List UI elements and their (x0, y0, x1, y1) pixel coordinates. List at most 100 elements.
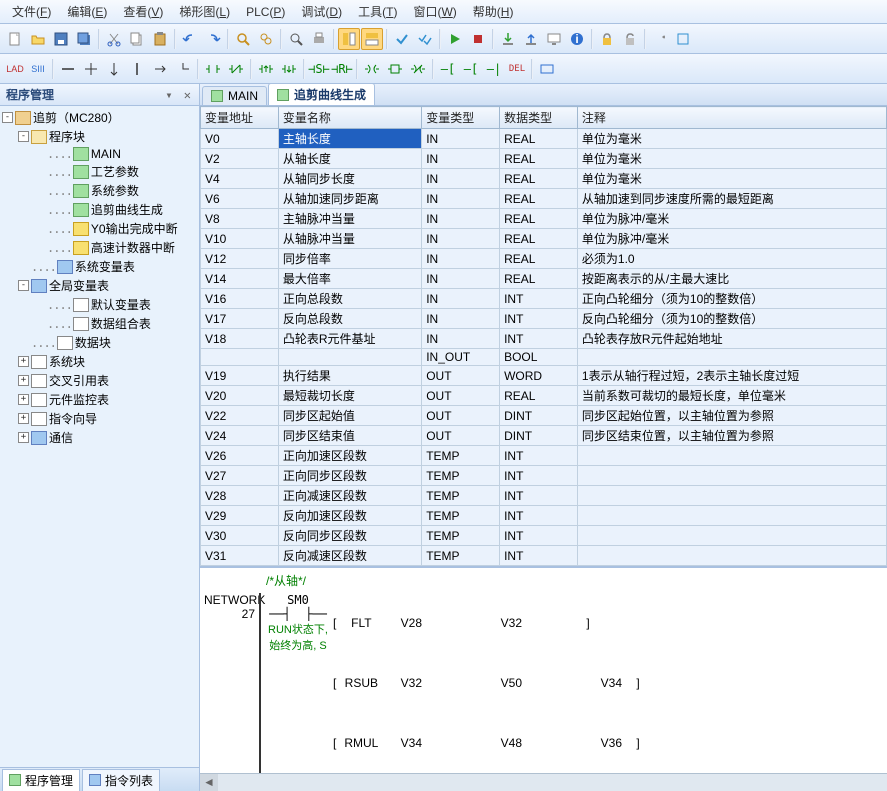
cell[interactable]: 反向凸轮细分（须为10的整数倍） (577, 309, 886, 329)
cell[interactable]: INT (500, 506, 578, 526)
cell[interactable]: 凸轮表存放R元件起始地址 (577, 329, 886, 349)
cell[interactable]: V26 (201, 446, 279, 466)
tool1-button[interactable] (649, 28, 671, 50)
cell[interactable]: 反向加速区段数 (278, 506, 421, 526)
cell[interactable]: IN (422, 189, 500, 209)
tree-node-1[interactable]: -程序块 (2, 127, 197, 146)
table-row[interactable]: V20最短裁切长度OUTREAL当前系数可裁切的最短长度，单位毫米 (201, 386, 887, 406)
tree-node-6[interactable]: ....Y0输出完成中断 (2, 219, 197, 238)
upload-button[interactable] (520, 28, 542, 50)
cell[interactable]: 正向总段数 (278, 289, 421, 309)
cell[interactable]: IN (422, 229, 500, 249)
doc-tab-0[interactable]: MAIN (202, 86, 267, 105)
menu-item-7[interactable]: 窗口(W) (405, 1, 464, 22)
cell[interactable]: TEMP (422, 446, 500, 466)
cell[interactable]: 1表示从轴行程过短，2表示主轴长度过短 (577, 366, 886, 386)
table-row[interactable]: V4从轴同步长度INREAL单位为毫米 (201, 169, 887, 189)
run-button[interactable] (444, 28, 466, 50)
cell[interactable]: 凸轮表R元件基址 (278, 329, 421, 349)
cell[interactable]: IN (422, 289, 500, 309)
cell[interactable]: DINT (500, 406, 578, 426)
cell[interactable]: 反向总段数 (278, 309, 421, 329)
col-header-0[interactable]: 变量地址 (201, 107, 279, 129)
menu-item-6[interactable]: 工具(T) (350, 1, 405, 22)
ld-vh-button[interactable] (172, 58, 194, 80)
menu-item-8[interactable]: 帮助(H) (465, 1, 522, 22)
cell[interactable]: 正向减速区段数 (278, 486, 421, 506)
cell[interactable]: V14 (201, 269, 279, 289)
tree-node-17[interactable]: +通信 (2, 428, 197, 447)
cell[interactable]: INT (500, 309, 578, 329)
ladder-instruction[interactable]: [RSUBV32V50V34] (333, 676, 640, 690)
ld-nc-contact[interactable] (225, 58, 247, 80)
ladder-contact[interactable]: SM0 ──┤ ├── RUN状态下, 始终为高, S (263, 593, 333, 653)
cell[interactable]: V16 (201, 289, 279, 309)
cell[interactable]: 同步区结束位置，以主轴位置为参照 (577, 426, 886, 446)
cell[interactable]: OUT (422, 406, 500, 426)
tree-toggle[interactable]: + (18, 432, 29, 443)
cell[interactable]: V31 (201, 546, 279, 566)
cell[interactable]: IN (422, 169, 500, 189)
print-button[interactable] (308, 28, 330, 50)
menu-item-1[interactable]: 编辑(E) (59, 1, 115, 22)
project-tree[interactable]: -追剪（MC280）-程序块....MAIN....工艺参数....系统参数..… (0, 106, 199, 767)
ladder-instruction[interactable]: [RMULV34V48V36] (333, 736, 640, 750)
table-row[interactable]: V27正向同步区段数TEMPINT (201, 466, 887, 486)
cell[interactable]: 单位为毫米 (577, 149, 886, 169)
ld-cross-button[interactable] (80, 58, 102, 80)
cell[interactable]: REAL (500, 169, 578, 189)
cell[interactable]: V20 (201, 386, 279, 406)
sidebar-tab-1[interactable]: 指令列表 (82, 769, 160, 791)
cell[interactable]: V6 (201, 189, 279, 209)
cell[interactable]: 单位为脉冲/毫米 (577, 209, 886, 229)
cell[interactable] (577, 466, 886, 486)
ld-box[interactable] (384, 58, 406, 80)
cell[interactable]: REAL (500, 149, 578, 169)
ld-hline-button[interactable] (57, 58, 79, 80)
cell[interactable] (577, 446, 886, 466)
ld-last[interactable] (536, 58, 558, 80)
cell[interactable]: IN_OUT (422, 349, 500, 366)
cell[interactable]: OUT (422, 426, 500, 446)
ld-func2[interactable]: —[ (460, 58, 482, 80)
stop-button[interactable] (467, 28, 489, 50)
tree-toggle[interactable]: + (18, 356, 29, 367)
cell[interactable]: 同步区起始值 (278, 406, 421, 426)
menu-item-0[interactable]: 文件(F) (4, 1, 59, 22)
tree-node-9[interactable]: -全局变量表 (2, 276, 197, 295)
doc-tab-1[interactable]: 追剪曲线生成 (268, 84, 375, 105)
cell[interactable]: TEMP (422, 506, 500, 526)
scroll-left[interactable]: ◄ (200, 774, 218, 791)
menu-item-5[interactable]: 调试(D) (293, 1, 350, 22)
cell[interactable]: TEMP (422, 546, 500, 566)
tree-node-3[interactable]: ....工艺参数 (2, 162, 197, 181)
cell[interactable]: OUT (422, 386, 500, 406)
ld-lad-button[interactable]: LAD (4, 58, 26, 80)
cell[interactable]: 最短裁切长度 (278, 386, 421, 406)
cell[interactable]: WORD (500, 366, 578, 386)
table-row[interactable]: V12同步倍率INREAL必须为1.0 (201, 249, 887, 269)
cell[interactable]: V12 (201, 249, 279, 269)
cell[interactable]: TEMP (422, 526, 500, 546)
table-row[interactable]: V8主轴脉冲当量INREAL单位为脉冲/毫米 (201, 209, 887, 229)
cell[interactable]: DINT (500, 426, 578, 446)
copy-button[interactable] (126, 28, 148, 50)
cell[interactable]: 正向同步区段数 (278, 466, 421, 486)
ld-not[interactable]: —| (483, 58, 505, 80)
ld-vline-button[interactable] (126, 58, 148, 80)
ld-coil[interactable] (361, 58, 383, 80)
cell[interactable]: IN (422, 329, 500, 349)
cell[interactable]: 最大倍率 (278, 269, 421, 289)
horizontal-scrollbar[interactable]: ◄ (200, 773, 887, 791)
zoom-button[interactable] (285, 28, 307, 50)
table-row[interactable]: V18凸轮表R元件基址ININT凸轮表存放R元件起始地址 (201, 329, 887, 349)
cell[interactable]: REAL (500, 209, 578, 229)
tree-node-15[interactable]: +元件监控表 (2, 390, 197, 409)
cell[interactable]: 按距离表示的从/主最大速比 (577, 269, 886, 289)
cell[interactable]: INT (500, 546, 578, 566)
cell[interactable]: REAL (500, 249, 578, 269)
info-button[interactable]: i (566, 28, 588, 50)
check-button[interactable] (391, 28, 413, 50)
ld-no-contact[interactable] (202, 58, 224, 80)
cell[interactable]: 主轴脉冲当量 (278, 209, 421, 229)
